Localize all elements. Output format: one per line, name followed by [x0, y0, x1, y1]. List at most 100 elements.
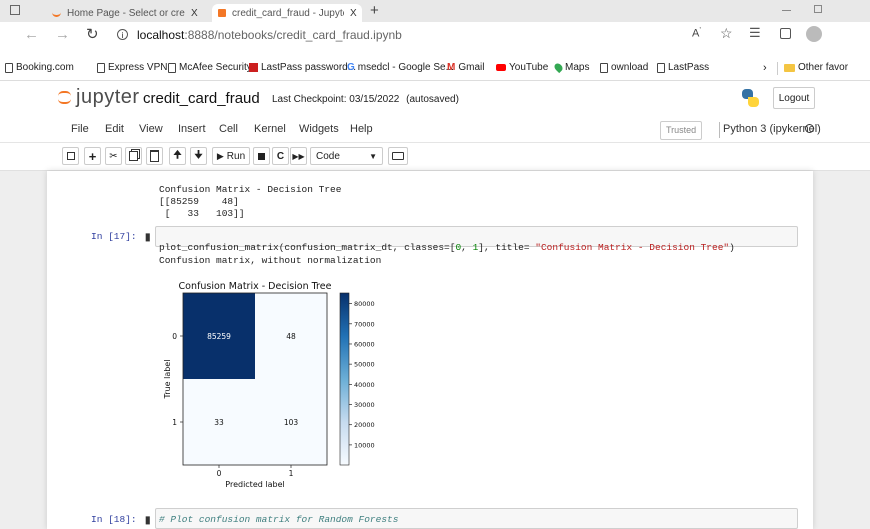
- cell-value-label: 48: [286, 332, 296, 341]
- favorites-list-icon[interactable]: ☰: [749, 25, 761, 41]
- bookmark-booking[interactable]: Booking.com: [5, 62, 74, 73]
- tab-actions-icon[interactable]: [10, 5, 20, 15]
- run-indicator-icon: ▮: [145, 515, 151, 526]
- page-icon: [168, 62, 176, 73]
- colorbar-tick-label: 10000: [354, 441, 375, 449]
- bookmark-youtube[interactable]: YouTube: [496, 62, 548, 73]
- restart-run-all-icon[interactable]: ▶▶: [290, 147, 307, 165]
- url-field[interactable]: localhost:8888/notebooks/credit_card_fra…: [137, 28, 402, 42]
- menu-file[interactable]: File: [71, 123, 89, 135]
- menu-widgets[interactable]: Widgets: [299, 123, 339, 135]
- keyboard-icon[interactable]: [388, 147, 408, 165]
- cell-17-output-text: Confusion matrix, without normalization: [159, 255, 382, 266]
- google-icon: G: [347, 62, 355, 73]
- checkpoint-info: Last Checkpoint: 03/15/2022 (autosaved): [272, 94, 459, 105]
- logout-button[interactable]: Logout: [773, 87, 815, 109]
- notebook-name[interactable]: credit_card_fraud: [143, 90, 260, 107]
- menu-insert[interactable]: Insert: [178, 123, 206, 135]
- bookmark-label: LastPass: [668, 62, 710, 73]
- tab-title: credit_card_fraud - Jupyter Note: [232, 7, 344, 19]
- cell-17-code: plot_confusion_matrix(confusion_matrix_d…: [159, 231, 735, 253]
- x-tick-label: 1: [289, 469, 294, 478]
- jupyter-logo[interactable]: jupyter: [58, 86, 140, 109]
- cell-type-select[interactable]: Code ▼: [310, 147, 383, 165]
- checkpoint-text: Last Checkpoint: 03/15/2022: [272, 94, 400, 105]
- trusted-indicator[interactable]: Trusted: [660, 121, 703, 140]
- menu-help[interactable]: Help: [350, 123, 373, 135]
- code-sep: ,: [461, 242, 473, 253]
- run-indicator-icon: ▮: [145, 232, 151, 243]
- bookmark-label: Other favor: [798, 62, 849, 73]
- new-tab-button[interactable]: +: [370, 2, 379, 19]
- cell-value-label: 85259: [207, 332, 231, 341]
- move-up-icon[interactable]: 🠉: [169, 147, 186, 165]
- folder-icon: [784, 63, 795, 72]
- menu-kernel[interactable]: Kernel: [254, 123, 286, 135]
- move-down-icon[interactable]: 🠋: [190, 147, 207, 165]
- chevron-down-icon: ▼: [369, 151, 377, 161]
- bookmark-download[interactable]: ownload: [600, 62, 648, 73]
- bookmark-other-favorites[interactable]: Other favor: [784, 62, 848, 73]
- favorite-star-icon[interactable]: ☆: [720, 25, 733, 42]
- close-tab-icon[interactable]: X: [191, 8, 198, 19]
- menu-view[interactable]: View: [139, 123, 163, 135]
- bookmark-label: Booking.com: [16, 62, 74, 73]
- colorbar-tick-label: 60000: [354, 340, 375, 348]
- cell-type-value: Code: [316, 150, 340, 162]
- bookmarks-overflow-chevron-icon[interactable]: ›: [763, 62, 767, 74]
- collections-icon[interactable]: [780, 28, 791, 39]
- jupyter-toolbar: + ✂ 🠉 🠋 ▶ Run C ▶▶ Code ▼: [0, 143, 870, 171]
- bookmark-label: LastPass password...: [261, 62, 357, 73]
- save-icon[interactable]: [62, 147, 79, 165]
- forward-icon[interactable]: →: [55, 26, 70, 43]
- close-tab-icon[interactable]: X: [350, 8, 357, 19]
- page-icon: [5, 62, 13, 73]
- autosave-status: (autosaved): [406, 94, 459, 105]
- info-icon[interactable]: i: [117, 29, 128, 40]
- bookmark-label: ownload: [611, 62, 649, 73]
- jupyter-logo-icon: [58, 90, 72, 106]
- read-aloud-icon[interactable]: A’: [692, 27, 701, 40]
- maps-pin-icon: [552, 61, 565, 74]
- code-mid: ], title=: [478, 242, 536, 253]
- paste-icon[interactable]: [146, 147, 163, 165]
- run-button[interactable]: ▶ Run: [212, 147, 250, 165]
- bookmark-gmail[interactable]: M Gmail: [447, 62, 484, 73]
- restart-icon[interactable]: C: [272, 147, 289, 165]
- prev-cell-output: Confusion Matrix - Decision Tree [[85259 …: [159, 172, 341, 232]
- bookmark-lastpass[interactable]: LastPass: [657, 62, 709, 73]
- jupyter-menubar: File Edit View Insert Cell Kernel Widget…: [0, 118, 870, 143]
- maximize-icon[interactable]: [814, 5, 822, 13]
- run-play-icon: ▶: [216, 150, 224, 161]
- bookmark-mcafee[interactable]: McAfee Security: [168, 62, 252, 73]
- y-tick-label: 0: [172, 332, 177, 341]
- page-icon: [657, 62, 665, 73]
- jupyter-tab-icon: [218, 9, 226, 17]
- bookmark-msedcl[interactable]: Gmsedcl - Google Se...: [347, 62, 454, 73]
- insert-cell-plus-icon[interactable]: +: [84, 147, 101, 165]
- menu-edit[interactable]: Edit: [105, 123, 124, 135]
- refresh-icon[interactable]: ↻: [86, 25, 99, 43]
- kernel-divider: [719, 122, 720, 138]
- bookmark-label: msedcl - Google Se...: [357, 62, 454, 73]
- bookmark-maps[interactable]: Maps: [552, 61, 589, 74]
- tab-credit-card-fraud[interactable]: credit_card_fraud - Jupyter Note X: [212, 4, 362, 22]
- minimize-icon[interactable]: [782, 10, 791, 11]
- cell-value-label: 33: [214, 418, 224, 427]
- bookmark-express-vpn[interactable]: Express VPN: [97, 62, 167, 73]
- cut-icon[interactable]: ✂: [105, 147, 122, 165]
- copy-icon[interactable]: [125, 147, 142, 165]
- x-tick-label: 0: [217, 469, 222, 478]
- lastpass-icon: [249, 63, 258, 72]
- profile-avatar-icon[interactable]: [806, 26, 822, 42]
- python-logo-icon: [740, 88, 760, 108]
- chart-title: Confusion Matrix - Decision Tree: [179, 281, 332, 292]
- kernel-idle-indicator-icon: [805, 124, 814, 133]
- bookmark-lastpass-password[interactable]: LastPass password...: [249, 62, 356, 73]
- tab-home-page[interactable]: Home Page - Select or create a n X: [48, 4, 206, 22]
- colorbar-tick-label: 80000: [354, 300, 375, 308]
- back-icon[interactable]: ←: [24, 26, 39, 43]
- bookmark-label: YouTube: [509, 62, 549, 73]
- interrupt-stop-icon[interactable]: [253, 147, 270, 165]
- menu-cell[interactable]: Cell: [219, 123, 238, 135]
